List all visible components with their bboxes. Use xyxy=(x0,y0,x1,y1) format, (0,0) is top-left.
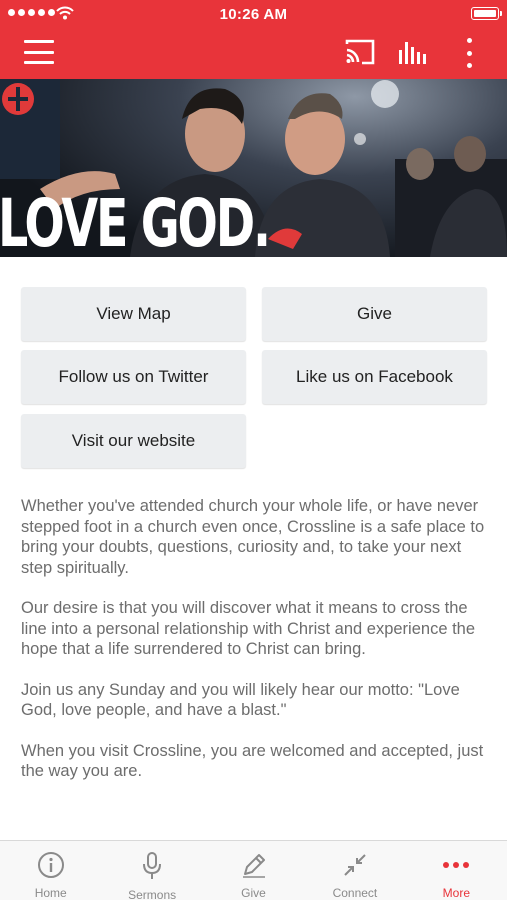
vertical-more-icon[interactable] xyxy=(458,38,480,68)
hero-headline: LOVE GOD. xyxy=(0,185,271,257)
status-time: 10:26 AM xyxy=(219,6,288,23)
compress-arrows-icon xyxy=(344,854,366,876)
tab-label: More xyxy=(442,886,470,900)
tab-give[interactable]: Give xyxy=(203,841,304,900)
status-bar: 10:26 AM xyxy=(0,0,507,28)
like-facebook-button[interactable]: Like us on Facebook xyxy=(262,350,487,404)
tab-label: Give xyxy=(241,886,266,900)
cast-icon[interactable] xyxy=(344,38,376,66)
about-text: Whether you've attended church your whol… xyxy=(21,496,491,802)
horizontal-dots-icon xyxy=(443,862,470,868)
audio-bars-icon[interactable] xyxy=(398,38,430,66)
visit-website-button[interactable]: Visit our website xyxy=(21,414,246,468)
tab-connect[interactable]: Connect xyxy=(304,841,405,900)
tab-more[interactable]: More xyxy=(406,841,507,900)
paragraph: Our desire is that you will discover wha… xyxy=(21,599,476,658)
follow-twitter-button[interactable]: Follow us on Twitter xyxy=(21,350,246,404)
tab-sermons[interactable]: Sermons xyxy=(101,841,202,900)
view-map-button[interactable]: View Map xyxy=(21,287,246,341)
paragraph: Join us any Sunday and you will likely h… xyxy=(21,680,460,720)
give-button[interactable]: Give xyxy=(262,287,487,341)
pen-icon xyxy=(242,854,265,878)
battery-icon xyxy=(471,7,502,20)
app-header: 10:26 AM xyxy=(0,0,507,79)
paragraph: When you visit Crossline, you are welcom… xyxy=(21,741,484,781)
tab-label: Sermons xyxy=(128,888,177,900)
info-circle-icon xyxy=(37,852,64,878)
hamburger-menu-icon[interactable] xyxy=(24,40,54,64)
tab-home[interactable]: Home xyxy=(0,841,101,900)
microphone-icon xyxy=(143,852,162,879)
hero-banner-image: LOVE GOD. xyxy=(0,79,507,257)
paragraph: Whether you've attended church your whol… xyxy=(21,497,485,577)
tab-label: Home xyxy=(34,886,67,900)
bottom-tab-bar: Home Sermons Give Connect More xyxy=(0,840,507,900)
tab-label: Connect xyxy=(332,886,378,900)
